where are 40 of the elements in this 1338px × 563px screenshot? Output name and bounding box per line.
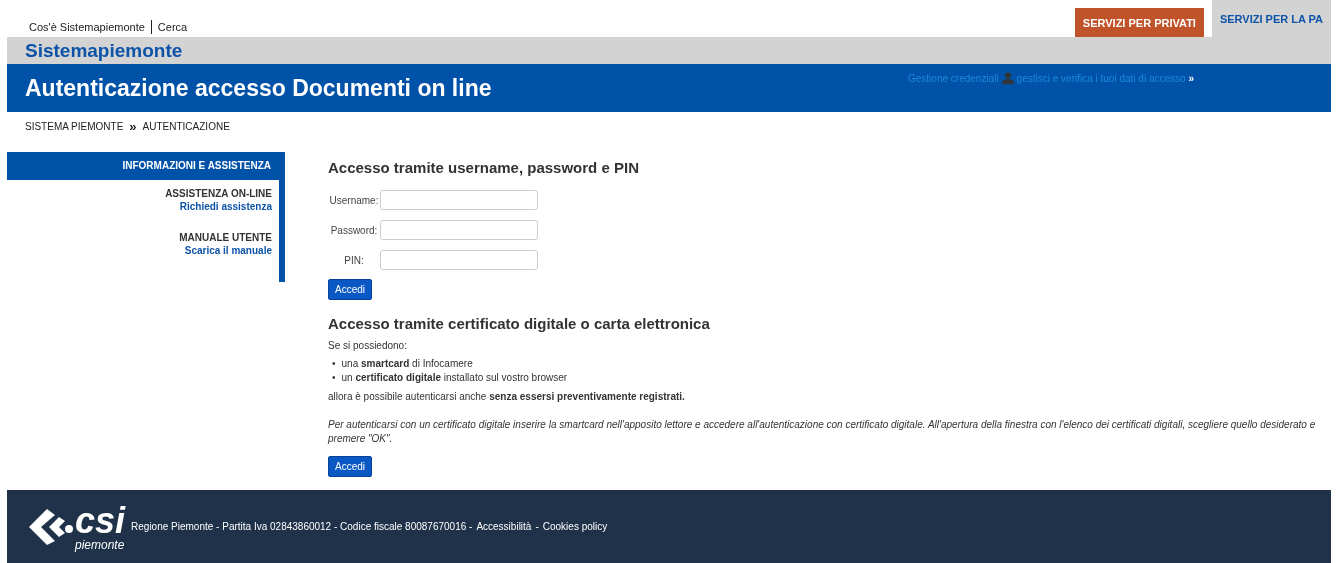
field-label: Password:	[329, 224, 379, 236]
arrow-text: »	[1188, 72, 1195, 84]
section-title: Accesso tramite certificato digitale o carta elettronica	[328, 315, 711, 332]
field-label: Username:	[328, 194, 380, 206]
breadcrumb-separator: »	[129, 118, 137, 134]
input-field[interactable]	[380, 250, 538, 270]
section-title: Accesso tramite username, password e PIN	[328, 159, 640, 176]
sidebar-heading: MANUALE UTENTE	[179, 232, 272, 243]
field-label: PIN:	[343, 254, 365, 266]
site-name[interactable]: Sistemapiemonte	[25, 39, 183, 62]
sidebar-title: INFORMAZIONI E ASSISTENZA	[7, 152, 279, 180]
list-item: una smartcard di Infocamere	[341, 357, 473, 371]
input-field[interactable]	[380, 190, 538, 210]
conclusion-text: allora è possibile autenticarsi anche senza essersi preventivamente registrati.	[328, 391, 686, 402]
intro-text: Se si possiedono:	[328, 340, 408, 351]
sidebar-heading: ASSISTENZA ON-LINE	[165, 188, 272, 199]
logo-subtext: piemonte	[75, 538, 126, 551]
section-tab[interactable]: SERVIZI PER PRIVATI	[1074, 8, 1204, 37]
footer-link[interactable]: Accessibilità	[476, 521, 532, 532]
section-tab[interactable]: SERVIZI PER LA PA	[1211, 0, 1331, 37]
footer-text: Regione Piemonte - Partita Iva 02843860012 - Codice fiscale 80087670016 -	[131, 521, 473, 532]
user-icon	[1001, 72, 1014, 84]
list-item: un certificato digitale installato sul vostro browser	[341, 371, 568, 385]
logo-text: csi	[75, 502, 126, 539]
credentials-label: Gestione credenziali	[908, 72, 999, 84]
bullet: •	[332, 371, 336, 385]
page-title: Autenticazione accesso Documenti on line	[25, 74, 492, 102]
certificate-login-button[interactable]: Accedi	[328, 456, 372, 477]
bullet: •	[332, 357, 336, 371]
breadcrumb-item[interactable]: AUTENTICAZIONE	[142, 120, 230, 132]
top-link[interactable]: Cerca	[157, 21, 188, 33]
breadcrumb-item[interactable]: SISTEMA PIEMONTE	[25, 120, 124, 132]
input-field[interactable]	[380, 220, 538, 240]
top-link[interactable]: Cos'è Sistemapiemonte	[29, 21, 145, 33]
login-button[interactable]: Accedi	[328, 279, 372, 300]
sidebar-link[interactable]: Richiedi assistenza	[179, 201, 272, 212]
footer-separator: -	[535, 521, 539, 532]
footer-link[interactable]: Cookies policy	[542, 521, 608, 532]
sidebar-link[interactable]: Scarica il manuale	[184, 245, 272, 256]
note-text: Per autenticarsi con un certificato digitale inserire la smartcard nell'apposito lettore e accedere all'autenticazione con certificato digitale. All'apertura della finestra con l'elenco dei certificati digitali, scegliere quello desiderato e premere "OK".	[328, 418, 1317, 446]
